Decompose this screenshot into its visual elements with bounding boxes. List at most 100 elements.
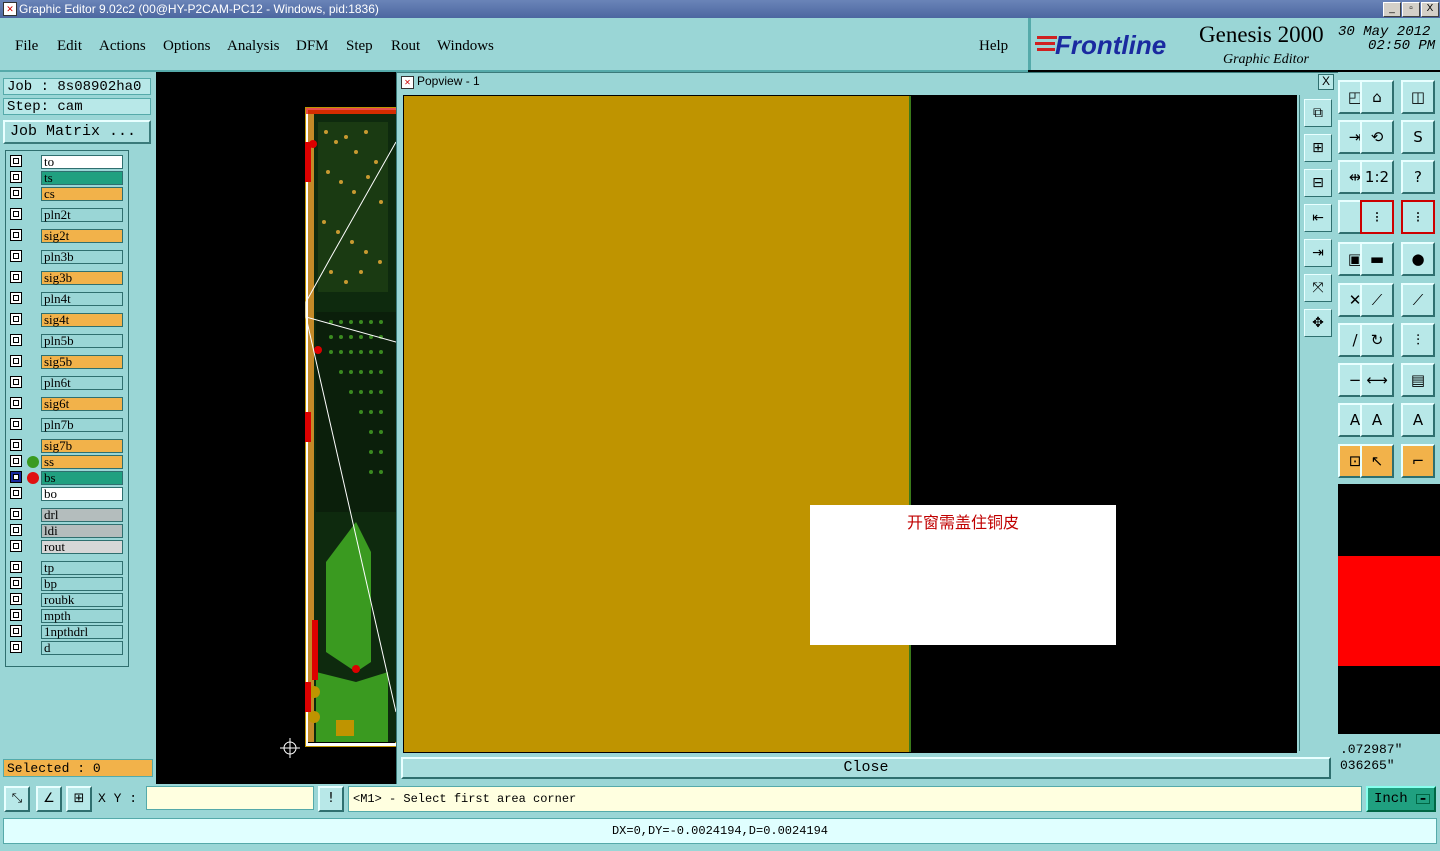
layer-toggle[interactable] (10, 487, 22, 499)
fill-icon[interactable]: ⫶ (1401, 323, 1435, 357)
layer-name[interactable]: drl (41, 508, 123, 522)
zoom-window-icon[interactable]: ⧉ (1304, 99, 1332, 127)
layer-name[interactable]: 1npthdrl (41, 625, 123, 639)
layer-row[interactable]: bs (6, 471, 128, 485)
layer-row[interactable]: bo (6, 487, 128, 501)
line-point-icon[interactable]: ⟋ (1401, 283, 1435, 317)
layer-toggle[interactable] (10, 313, 22, 325)
layer-toggle[interactable] (10, 561, 22, 573)
scale-icon[interactable]: 1:2 (1360, 160, 1394, 194)
layer-row[interactable]: ss (6, 455, 128, 469)
grid-icon[interactable]: ⊞ (66, 786, 92, 812)
layer-row[interactable]: sig5b (6, 355, 128, 369)
layer-name[interactable]: ldi (41, 524, 123, 538)
layer-row[interactable]: pln4t (6, 292, 128, 306)
layer-toggle[interactable] (10, 609, 22, 621)
net-a-icon[interactable]: ⁝ (1360, 200, 1394, 234)
snap-icon[interactable]: S (1401, 120, 1435, 154)
popview-canvas[interactable]: 开窗需盖住铜皮 (403, 95, 1297, 753)
layer-row[interactable]: pln3b (6, 250, 128, 264)
layer-row[interactable]: pln6t (6, 376, 128, 390)
layer-row[interactable]: sig3b (6, 271, 128, 285)
layer-row[interactable]: d (6, 641, 128, 655)
arc-icon[interactable]: ↻ (1360, 323, 1394, 357)
menu-edit[interactable]: Edit (57, 38, 82, 55)
net-b-icon[interactable]: ⁝ (1401, 200, 1435, 234)
layer-toggle[interactable] (10, 577, 22, 589)
layer-name[interactable]: tp (41, 561, 123, 575)
layer-toggle[interactable] (10, 397, 22, 409)
fit-icon[interactable]: ⤧ (1304, 274, 1332, 302)
menu-actions[interactable]: Actions (99, 38, 146, 55)
layer-toggle[interactable] (10, 376, 22, 388)
line-icon[interactable]: ⟋ (1360, 283, 1394, 317)
measure-icon[interactable]: ⟷ (1360, 363, 1394, 397)
layer-row[interactable]: pln7b (6, 418, 128, 432)
layer-name[interactable]: ts (41, 171, 123, 185)
layer-name[interactable]: bo (41, 487, 123, 501)
layer-toggle[interactable] (10, 455, 22, 467)
layer-toggle[interactable] (10, 355, 22, 367)
select-pointer-icon[interactable]: ↖ (1360, 444, 1394, 478)
text-a-icon[interactable]: A (1360, 403, 1394, 437)
layer-row[interactable]: sig2t (6, 229, 128, 243)
layer-toggle[interactable] (10, 229, 22, 241)
home-icon[interactable]: ⌂ (1360, 80, 1394, 114)
layer-name[interactable]: rout (41, 540, 123, 554)
layer-name[interactable]: pln2t (41, 208, 123, 222)
menu-dfm[interactable]: DFM (296, 38, 329, 55)
layer-toggle[interactable] (10, 271, 22, 283)
layer-name[interactable]: pln5b (41, 334, 123, 348)
layer-row[interactable]: tp (6, 561, 128, 575)
layer-toggle[interactable] (10, 593, 22, 605)
layer-toggle[interactable] (10, 508, 22, 520)
layer-row[interactable]: mpth (6, 609, 128, 623)
layer-name[interactable]: mpth (41, 609, 123, 623)
job-matrix-button[interactable]: Job Matrix ... (3, 120, 151, 144)
layer-name[interactable]: ss (41, 455, 123, 469)
ruler-icon[interactable]: ▬ (1360, 242, 1394, 276)
pan-right-icon[interactable]: ⇥ (1304, 239, 1332, 267)
layer-name[interactable]: pln3b (41, 250, 123, 264)
zoom-out-icon[interactable]: ⊟ (1304, 169, 1332, 197)
rotate-icon[interactable]: ⟲ (1360, 120, 1394, 154)
unit-selector[interactable]: Inch ▬ (1366, 786, 1436, 812)
layer-row[interactable]: ts (6, 171, 128, 185)
menu-step[interactable]: Step (346, 38, 373, 55)
resize-icon[interactable]: ⤡ (4, 786, 30, 812)
center-icon[interactable]: ✥ (1304, 309, 1332, 337)
text-b-icon[interactable]: A (1401, 403, 1435, 437)
shapes-icon[interactable]: ▤ (1401, 363, 1435, 397)
layer-name[interactable]: bs (41, 471, 123, 485)
layer-toggle[interactable] (10, 334, 22, 346)
layer-name[interactable]: roubk (41, 593, 123, 607)
xy-input[interactable] (146, 786, 314, 810)
layer-toggle[interactable] (10, 641, 22, 653)
minimize-button[interactable]: _ (1383, 2, 1401, 17)
layer-row[interactable]: pln5b (6, 334, 128, 348)
layer-row[interactable]: cs (6, 187, 128, 201)
menu-options[interactable]: Options (163, 38, 211, 55)
layer-row[interactable]: pln2t (6, 208, 128, 222)
layer-row[interactable]: ldi (6, 524, 128, 538)
measure-angle-icon[interactable]: ∠ (36, 786, 62, 812)
layer-name[interactable]: pln6t (41, 376, 123, 390)
close-window-button[interactable]: X (1421, 2, 1439, 17)
layer-toggle[interactable] (10, 439, 22, 451)
layer-name[interactable]: d (41, 641, 123, 655)
layer-toggle[interactable] (10, 471, 22, 483)
close-button[interactable]: Close (401, 757, 1331, 779)
layer-name[interactable]: sig2t (41, 229, 123, 243)
layer-name[interactable]: sig4t (41, 313, 123, 327)
layer-row[interactable]: drl (6, 508, 128, 522)
layer-row[interactable]: to (6, 155, 128, 169)
route-icon[interactable]: ⌐ (1401, 444, 1435, 478)
graphic-canvas[interactable] (156, 72, 396, 784)
help-icon[interactable]: ? (1401, 160, 1435, 194)
layer-name[interactable]: cs (41, 187, 123, 201)
layer-name[interactable]: sig6t (41, 397, 123, 411)
popview-close-icon[interactable]: X (1318, 74, 1334, 90)
menu-windows[interactable]: Windows (437, 38, 494, 55)
layer-name[interactable]: sig5b (41, 355, 123, 369)
menu-file[interactable]: File (15, 38, 38, 55)
